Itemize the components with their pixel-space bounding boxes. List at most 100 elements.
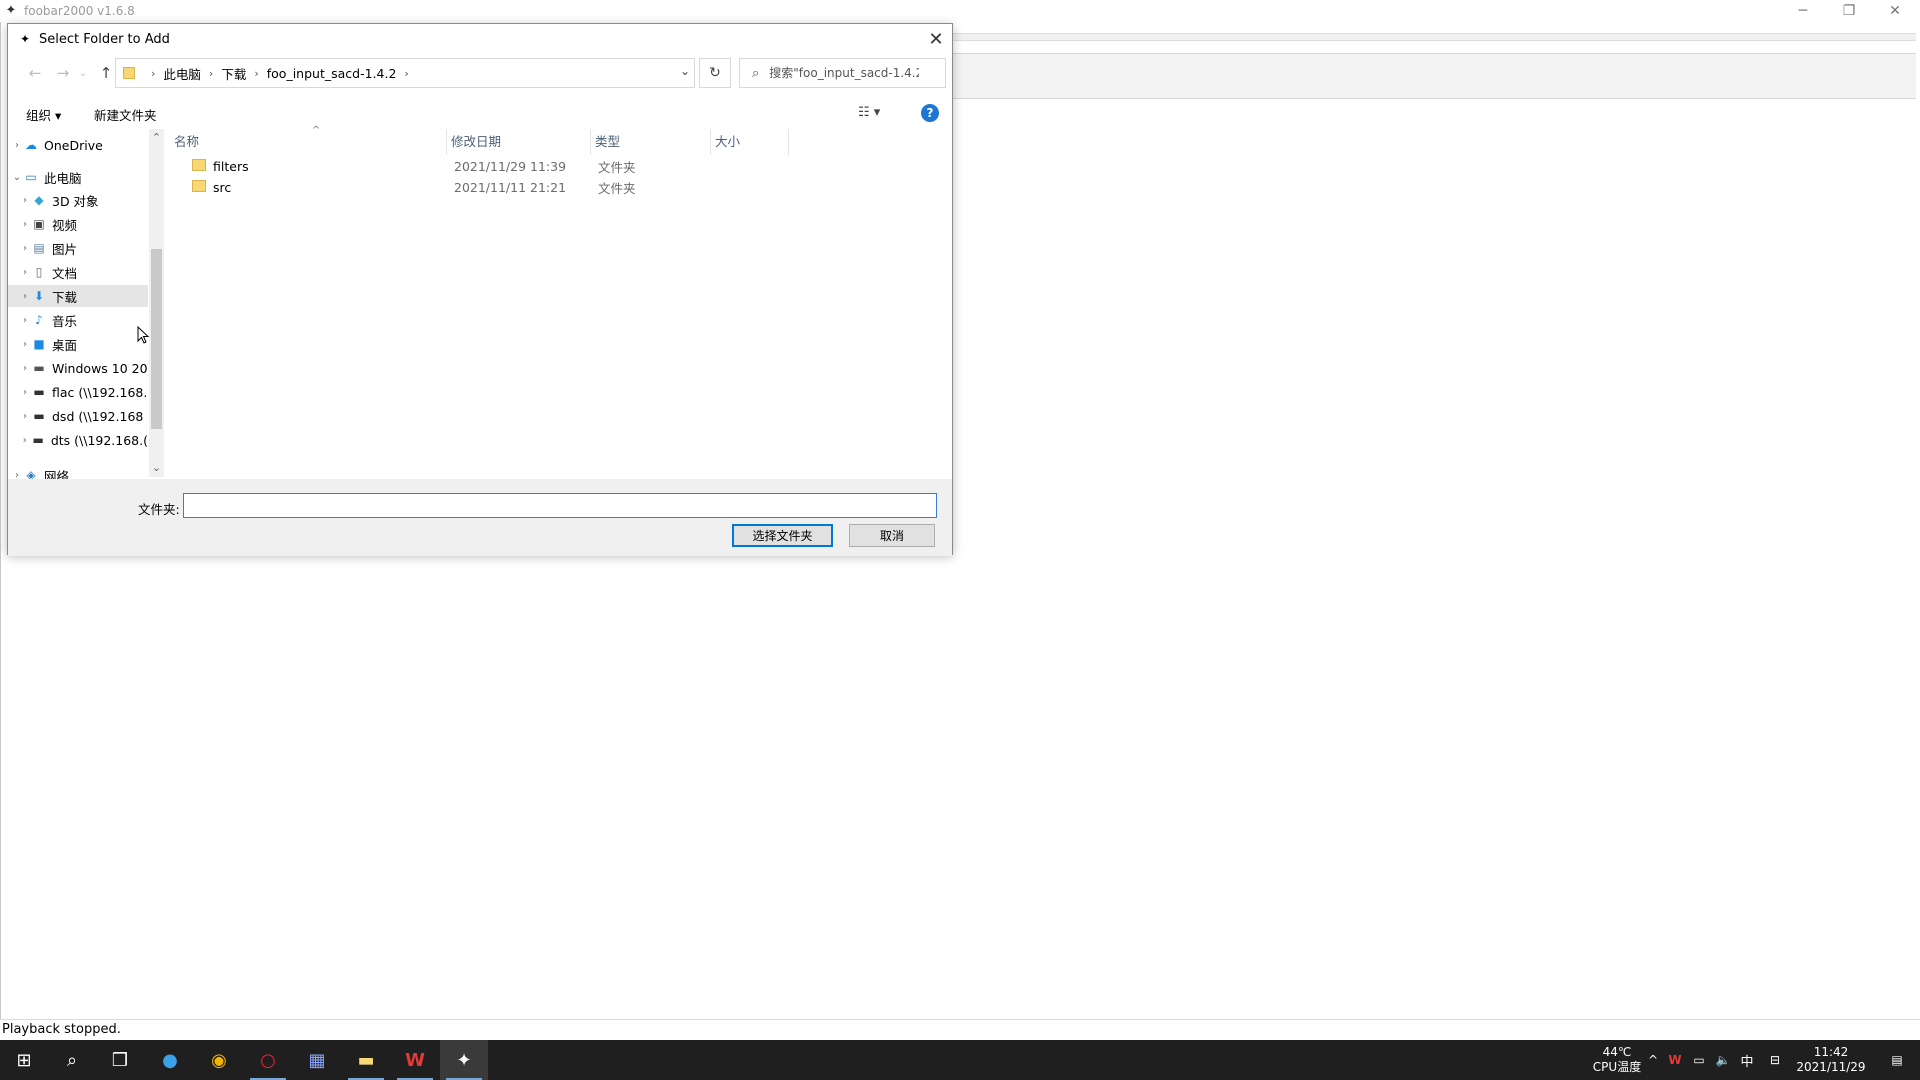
wps-icon[interactable]: W [391, 1040, 439, 1080]
tree-item-downloads[interactable]: › ⬇ 下载 [8, 285, 148, 307]
tree-item-desktop[interactable]: › ■ 桌面 [8, 333, 148, 355]
wps-tray-icon[interactable]: W [1664, 1040, 1686, 1080]
status-bar: Playback stopped. [0, 1019, 1920, 1040]
select-folder-button[interactable]: 选择文件夹 [732, 524, 833, 547]
column-header-name[interactable]: 名称 [170, 129, 447, 155]
start-icon[interactable]: ⊞ [0, 1040, 48, 1080]
app-icon[interactable]: ▦ [293, 1040, 341, 1080]
column-header-size[interactable]: 大小 [711, 129, 789, 155]
chrome-icon[interactable]: ◉ [195, 1040, 243, 1080]
breadcrumb-this-pc[interactable]: 此电脑 [163, 64, 201, 83]
taskbar: ⊞ ⌕ ❒ ● ◉ ○ ▦ ▬ W ✦ 44℃ CPU温度 ^ W ▭ 🔈 中 … [0, 1040, 1920, 1080]
volume-icon[interactable]: 🔈 [1712, 1040, 1734, 1080]
task-view-icon[interactable]: ❒ [96, 1040, 144, 1080]
scroll-up-icon[interactable]: ⌃ [149, 131, 164, 144]
window-border [0, 22, 1, 1019]
cancel-button[interactable]: 取消 [849, 524, 935, 547]
picture-icon: ▤ [33, 241, 45, 255]
chevron-down-icon[interactable]: ⌄ [11, 172, 23, 183]
help-icon[interactable]: ? [921, 104, 939, 122]
clock[interactable]: 11:42 2021/11/29 [1790, 1040, 1872, 1080]
file-row[interactable]: filters 2021/11/29 11:39 文件夹 [170, 156, 770, 176]
search-box[interactable]: ⌕ [739, 58, 946, 88]
search-icon: ⌕ [752, 65, 760, 81]
scroll-down-icon[interactable]: ⌄ [149, 461, 164, 474]
minimize-button[interactable]: ─ [1780, 0, 1826, 22]
tree-item-videos[interactable]: › ▣ 视频 [8, 213, 148, 235]
search-icon[interactable]: ⌕ [48, 1040, 96, 1080]
new-folder-button[interactable]: 新建文件夹 [94, 105, 157, 124]
chevron-right-icon[interactable]: › [19, 291, 31, 302]
organize-menu-button[interactable]: 组织 ▾ [26, 105, 61, 124]
up-arrow-icon[interactable]: ↑ [95, 61, 117, 85]
tree-item-dsd-share[interactable]: › ▬ dsd (\\192.168 [8, 405, 148, 427]
download-arrow-icon: ⬇ [33, 289, 45, 303]
tree-item-windows-drive[interactable]: › ▬ Windows 10 20 [8, 357, 148, 379]
tree-item-music[interactable]: › ♪ 音乐 [8, 309, 148, 331]
mouse-cursor-icon [137, 326, 150, 344]
foobar-icon[interactable]: ✦ [440, 1040, 488, 1080]
address-bar[interactable]: › 此电脑 › 下载 › foo_input_sacd-1.4.2 › ⌄ [115, 58, 695, 88]
address-dropdown-icon[interactable]: ⌄ [680, 64, 690, 78]
chevron-right-icon[interactable]: › [19, 243, 31, 254]
file-type: 文件夹 [598, 180, 636, 196]
file-explorer-icon[interactable]: ▬ [342, 1040, 390, 1080]
back-arrow-icon[interactable]: ← [24, 61, 46, 85]
chevron-right-icon[interactable]: › [19, 195, 31, 206]
file-row[interactable]: src 2021/11/11 21:21 文件夹 [170, 177, 770, 197]
tree-item-pictures[interactable]: › ▤ 图片 [8, 237, 148, 259]
dialog-close-button[interactable]: ✕ [920, 24, 952, 54]
tree-item-flac-share[interactable]: › ▬ flac (\\192.168. [8, 381, 148, 403]
show-hidden-icons-chevron-icon[interactable]: ^ [1644, 1040, 1662, 1080]
breadcrumb-downloads[interactable]: 下载 [221, 64, 246, 83]
chevron-right-icon[interactable]: › [254, 67, 258, 80]
chevron-right-icon[interactable]: › [19, 315, 31, 326]
tree-item-dts-share[interactable]: › ▬ dts (\\192.168.( [8, 429, 148, 451]
tree-item-onedrive[interactable]: › ☁ OneDrive [8, 134, 148, 156]
navigation-pane: › ☁ OneDrive ⌄ ▭ 此电脑 › ◆ 3D 对象 › ▣ 视频 › … [8, 129, 164, 479]
view-options-icon[interactable]: ☷ ▾ [858, 105, 880, 120]
edge-icon[interactable]: ● [146, 1040, 194, 1080]
chevron-right-icon[interactable]: › [19, 267, 31, 278]
forward-arrow-icon[interactable]: → [52, 61, 74, 85]
tree-item-this-pc[interactable]: ⌄ ▭ 此电脑 [8, 166, 148, 188]
ime-mode-icon[interactable]: ⊟ [1762, 1040, 1788, 1080]
scrollbar-thumb[interactable] [151, 249, 162, 429]
chevron-right-icon[interactable]: › [11, 140, 23, 151]
chevron-right-icon[interactable]: › [404, 67, 408, 80]
command-bar: 组织 ▾ 新建文件夹 ☷ ▾ ? [8, 97, 952, 129]
column-header-modified[interactable]: 修改日期 [447, 129, 591, 155]
network-icon: ◈ [26, 468, 36, 479]
chevron-right-icon[interactable]: › [19, 435, 31, 446]
recent-locations-chevron-icon[interactable]: ⌄ [72, 61, 94, 85]
main-titlebar: ✦ foobar2000 v1.6.8 [0, 0, 1920, 22]
opera-icon[interactable]: ○ [244, 1040, 292, 1080]
cpu-temperature-widget[interactable]: 44℃ CPU温度 [1588, 1040, 1646, 1080]
chevron-right-icon[interactable]: › [19, 387, 31, 398]
close-button[interactable]: ✕ [1872, 0, 1918, 22]
notification-center-icon[interactable]: ▤ [1874, 1040, 1920, 1080]
foobar-app-icon: ✦ [5, 3, 17, 18]
search-input[interactable] [769, 66, 920, 80]
tree-scrollbar[interactable]: ⌃ ⌄ [149, 129, 164, 477]
tree-item-documents[interactable]: › ▯ 文档 [8, 261, 148, 283]
network-tray-icon[interactable]: ▭ [1688, 1040, 1710, 1080]
chevron-right-icon[interactable]: › [19, 219, 31, 230]
ime-indicator[interactable]: 中 [1736, 1040, 1758, 1080]
chevron-right-icon[interactable]: › [19, 363, 31, 374]
file-name: filters [213, 158, 249, 174]
refresh-button[interactable]: ↻ [699, 58, 731, 88]
chevron-right-icon[interactable]: › [19, 411, 31, 422]
chevron-right-icon[interactable]: › [151, 67, 155, 80]
status-text: Playback stopped. [2, 1022, 121, 1037]
column-header-type[interactable]: 类型 [591, 129, 711, 155]
chevron-right-icon[interactable]: › [19, 339, 31, 350]
main-window-title: foobar2000 v1.6.8 [24, 4, 135, 18]
tree-item-3d-objects[interactable]: › ◆ 3D 对象 [8, 189, 148, 211]
chevron-right-icon[interactable]: › [209, 67, 213, 80]
restore-button[interactable]: ❐ [1826, 0, 1872, 22]
breadcrumb-current-folder[interactable]: foo_input_sacd-1.4.2 [267, 66, 397, 81]
chevron-right-icon[interactable]: › [11, 470, 23, 480]
folder-input[interactable] [183, 493, 937, 518]
tree-item-network[interactable]: › ◈ 网络 [8, 464, 148, 479]
